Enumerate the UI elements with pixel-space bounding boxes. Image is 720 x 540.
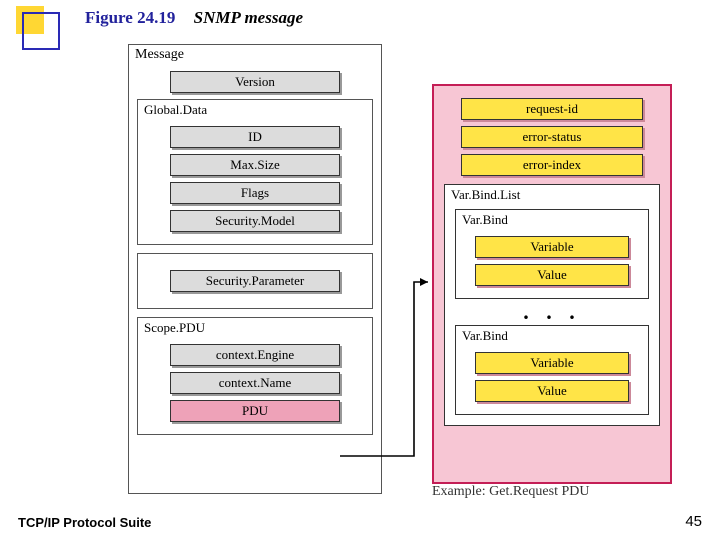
field-secmodel: Security.Model xyxy=(170,210,340,232)
field-secparam: Security.Parameter xyxy=(170,270,340,292)
pdu-expansion-panel: request-id error-status error-index Var.… xyxy=(432,84,672,484)
figure-number: Figure 24.19 xyxy=(85,8,175,27)
field-ctxengine: context.Engine xyxy=(170,344,340,366)
message-panel: Message Version Global.Data ID Max.Size … xyxy=(128,44,382,494)
field-version: Version xyxy=(170,71,340,93)
global-data-panel: Global.Data ID Max.Size Flags Security.M… xyxy=(137,99,373,245)
security-param-panel: Security.Parameter xyxy=(137,253,373,309)
field-value: Value xyxy=(475,264,629,286)
field-id: ID xyxy=(170,126,340,148)
field-error-status: error-status xyxy=(461,126,643,148)
field-error-index: error-index xyxy=(461,154,643,176)
field-value: Value xyxy=(475,380,629,402)
field-maxsize: Max.Size xyxy=(170,154,340,176)
field-variable: Variable xyxy=(475,236,629,258)
field-pdu: PDU xyxy=(170,400,340,422)
figure-title: Figure 24.19 SNMP message xyxy=(85,8,303,28)
page-number: 45 xyxy=(685,513,702,530)
varbind-item: Var.Bind Variable Value xyxy=(455,209,649,299)
varbind-label: Var.Bind xyxy=(456,212,648,230)
scope-pdu-panel: Scope.PDU context.Engine context.Name PD… xyxy=(137,317,373,435)
pdu-example-caption: Example: Get.Request PDU xyxy=(432,484,589,500)
varbind-list-title: Var.Bind.List xyxy=(445,187,659,205)
field-flags: Flags xyxy=(170,182,340,204)
varbind-item: Var.Bind Variable Value xyxy=(455,325,649,415)
varbind-label: Var.Bind xyxy=(456,328,648,346)
footer-suite: TCP/IP Protocol Suite xyxy=(18,515,151,530)
field-variable: Variable xyxy=(475,352,629,374)
slide-logo xyxy=(16,6,62,52)
ellipsis-icon: . . . xyxy=(445,303,659,321)
global-data-title: Global.Data xyxy=(138,102,372,120)
scope-pdu-title: Scope.PDU xyxy=(138,320,372,338)
message-title: Message xyxy=(129,45,381,65)
field-request-id: request-id xyxy=(461,98,643,120)
field-ctxname: context.Name xyxy=(170,372,340,394)
varbind-list-panel: Var.Bind.List Var.Bind Variable Value . … xyxy=(444,184,660,426)
figure-label: SNMP message xyxy=(194,8,303,27)
